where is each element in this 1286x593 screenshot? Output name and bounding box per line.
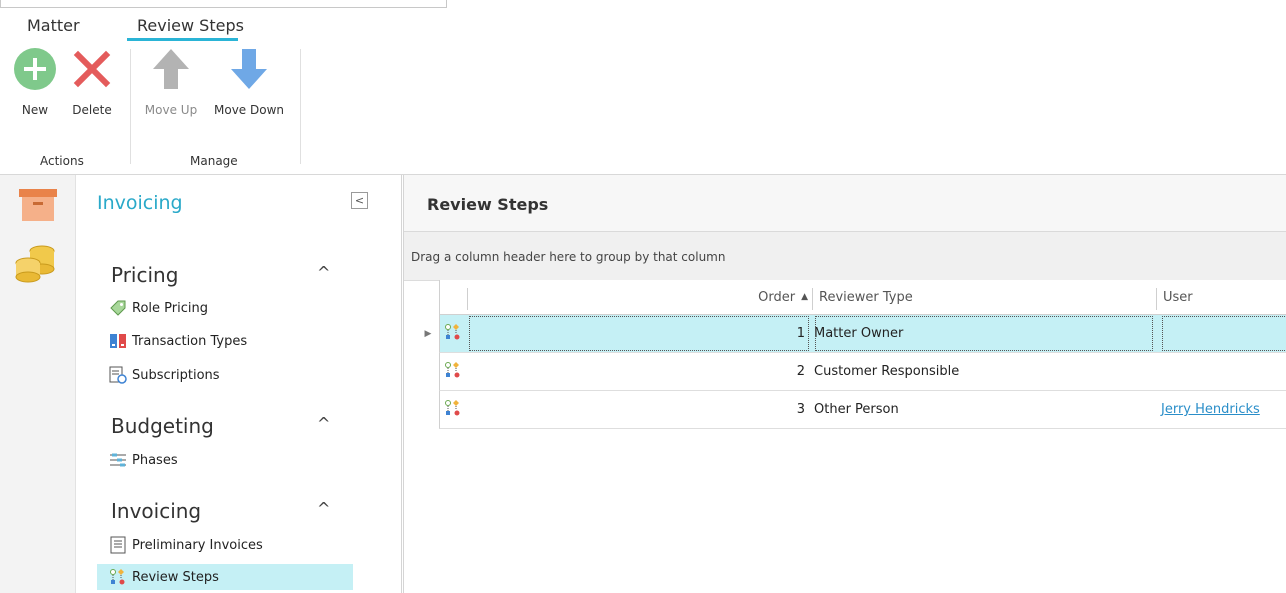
- table-row[interactable]: 3 Other Person Jerry Hendricks: [439, 391, 1286, 429]
- move-down-button-label: Move Down: [214, 103, 284, 117]
- coins-icon: [14, 243, 58, 287]
- column-header-user[interactable]: User: [1163, 280, 1283, 314]
- plus-circle-icon: [13, 47, 57, 91]
- cell-user[interactable]: [1161, 315, 1286, 352]
- column-header-reviewer-type[interactable]: Reviewer Type: [819, 280, 1149, 314]
- collapse-panel-button[interactable]: <: [351, 192, 368, 209]
- row-icon-cell: [440, 315, 466, 352]
- section-budgeting: Budgeting: [111, 414, 214, 438]
- nav-panel: Invoicing < Pricing ^ Role Pricing Trans…: [76, 175, 402, 593]
- delete-button-label: Delete: [72, 103, 112, 117]
- module-rail: [0, 175, 76, 593]
- cell-reviewer-type[interactable]: Matter Owner: [814, 315, 1154, 352]
- grid-header: Order ▲ Reviewer Type User: [439, 280, 1286, 315]
- nav-item-phases[interactable]: Phases: [97, 447, 353, 473]
- move-down-button[interactable]: Move Down: [207, 47, 291, 117]
- section-collapse-pricing[interactable]: ^: [317, 263, 330, 282]
- cell-order[interactable]: 1: [468, 315, 810, 352]
- tab-matter[interactable]: Matter: [27, 16, 80, 35]
- row-focus-indicator: ▶: [418, 315, 438, 352]
- nav-item-subscriptions[interactable]: Subscriptions: [97, 362, 353, 388]
- nav-item-label: Review Steps: [132, 569, 219, 585]
- chevron-up-icon: ^: [317, 263, 331, 282]
- group-by-hint: Drag a column header here to group by th…: [411, 250, 726, 264]
- cell-order[interactable]: 2: [468, 353, 810, 390]
- section-pricing: Pricing: [111, 263, 179, 287]
- section-collapse-invoicing[interactable]: ^: [317, 499, 330, 518]
- arrow-up-icon: [149, 47, 193, 91]
- table-row[interactable]: ▶ 1 Matter Owner: [425, 315, 1286, 353]
- main-header: Review Steps: [404, 175, 1286, 232]
- tab-review-steps[interactable]: Review Steps: [137, 16, 244, 35]
- group-by-panel[interactable]: Drag a column header here to group by th…: [404, 232, 1286, 281]
- user-link[interactable]: Jerry Hendricks: [1161, 402, 1260, 417]
- column-header-order[interactable]: Order ▲: [468, 280, 808, 314]
- review-step-icon: [444, 361, 462, 383]
- row-icon-cell: [440, 353, 466, 390]
- ribbon-tabs: Matter Review Steps: [0, 9, 1286, 41]
- cell-order[interactable]: 3: [468, 391, 810, 428]
- transaction-types-icon: [109, 332, 127, 350]
- section-collapse-budgeting[interactable]: ^: [317, 414, 330, 433]
- column-separator: [1156, 288, 1157, 310]
- cell-reviewer-type[interactable]: Other Person: [814, 391, 1154, 428]
- column-header-label: Reviewer Type: [819, 289, 913, 305]
- archive-box-icon: [18, 188, 58, 226]
- move-up-button-label: Move Up: [144, 103, 198, 117]
- column-header-label: User: [1163, 289, 1193, 305]
- subscriptions-icon: [109, 366, 127, 384]
- phases-icon: [109, 451, 127, 469]
- row-icon-cell: [440, 391, 466, 428]
- page-title: Review Steps: [427, 195, 549, 214]
- sort-ascending-icon: ▲: [801, 292, 808, 302]
- tag-icon: [109, 299, 127, 317]
- search-input[interactable]: [0, 0, 447, 8]
- delete-button[interactable]: Delete: [69, 47, 115, 117]
- rail-item-matter[interactable]: [16, 185, 60, 229]
- nav-item-role-pricing[interactable]: Role Pricing: [97, 295, 353, 321]
- table-row[interactable]: 2 Customer Responsible: [439, 353, 1286, 391]
- review-steps-grid: Order ▲ Reviewer Type User ▶ 1 Matter Ow…: [425, 280, 1286, 429]
- cell-user[interactable]: [1161, 353, 1286, 390]
- column-header-label: Order: [758, 289, 796, 305]
- arrow-down-icon: [227, 47, 271, 91]
- cell-reviewer-type[interactable]: Customer Responsible: [814, 353, 1154, 390]
- review-steps-icon: [109, 568, 127, 586]
- nav-item-label: Transaction Types: [132, 333, 248, 349]
- delete-x-icon: [70, 47, 114, 91]
- move-up-button[interactable]: Move Up: [139, 47, 203, 117]
- section-invoicing: Invoicing: [111, 499, 202, 523]
- caret-right-icon: ▶: [424, 328, 432, 339]
- review-step-icon: [444, 399, 462, 421]
- group-label-actions: Actions: [40, 154, 84, 168]
- nav-item-label: Role Pricing: [132, 300, 208, 316]
- rail-item-invoicing[interactable]: [14, 243, 58, 287]
- nav-title: Invoicing: [97, 192, 183, 214]
- main-content: Review Steps Drag a column header here t…: [403, 175, 1286, 593]
- nav-item-label: Preliminary Invoices: [132, 537, 263, 553]
- group-label-manage: Manage: [190, 154, 238, 168]
- nav-item-transaction-types[interactable]: Transaction Types: [97, 328, 353, 354]
- document-icon: [109, 536, 127, 554]
- group-separator: [300, 49, 301, 164]
- new-button-label: New: [21, 103, 49, 117]
- group-separator: [130, 49, 131, 164]
- top-strip: [0, 0, 1286, 9]
- chevron-up-icon: ^: [317, 499, 331, 518]
- chevron-up-icon: ^: [317, 414, 331, 433]
- column-separator: [812, 288, 813, 310]
- chevron-left-icon: <: [354, 194, 365, 207]
- nav-item-label: Subscriptions: [132, 367, 220, 383]
- nav-item-preliminary-invoices[interactable]: Preliminary Invoices: [97, 532, 353, 558]
- new-button[interactable]: New: [12, 47, 58, 117]
- nav-item-label: Phases: [132, 452, 178, 468]
- cell-user[interactable]: Jerry Hendricks: [1161, 391, 1286, 428]
- nav-item-review-steps[interactable]: Review Steps: [97, 564, 353, 590]
- ribbon: New Delete Move Up Move Down Actions Man…: [0, 41, 1286, 175]
- review-step-icon: [444, 323, 462, 345]
